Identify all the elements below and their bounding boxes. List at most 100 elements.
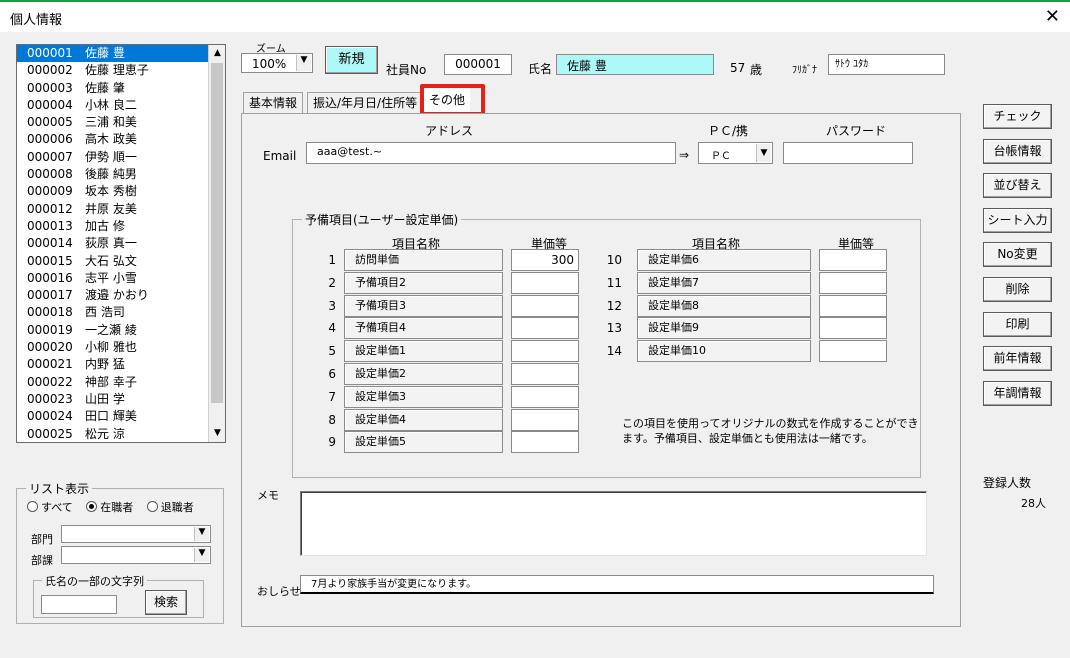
password-field[interactable] (783, 142, 913, 164)
side-button[interactable]: シート入力 (983, 207, 1052, 233)
close-icon[interactable]: ✕ (1045, 6, 1060, 27)
item-price-field[interactable] (511, 363, 579, 385)
employee-no: 000013 (27, 218, 73, 233)
new-button[interactable]: 新規 (325, 46, 378, 74)
list-item[interactable]: 000020 小柳 雅也 (17, 339, 225, 356)
list-item[interactable]: 000025 松元 涼 (17, 426, 225, 442)
item-name-field[interactable]: 設定単価8 (637, 294, 811, 317)
item-name-field[interactable]: 設定単価6 (637, 249, 811, 271)
item-price-field[interactable] (511, 431, 579, 454)
list-item[interactable]: 000003 佐藤 肇 (17, 80, 225, 97)
side-button[interactable]: 印刷 (983, 311, 1052, 337)
tab-transfer-address[interactable]: 振込/年月日/住所等 (307, 92, 424, 114)
item-name-field[interactable]: 設定単価5 (344, 431, 503, 454)
item-price-field[interactable] (819, 294, 887, 317)
registered-label: 登録人数 (983, 476, 1032, 490)
list-item[interactable]: 000001 佐藤 豊 (17, 45, 225, 63)
employee-name: 佐藤 理恵子 (85, 63, 149, 78)
employee-no: 000021 (27, 357, 73, 372)
notice-field[interactable]: 7月より家族手当が変更になります。 (300, 575, 934, 594)
dept-select[interactable]: ▼ (61, 525, 211, 543)
item-price-field[interactable] (511, 317, 579, 340)
item-name-field[interactable]: 予備項目2 (344, 271, 503, 294)
item-price-field[interactable] (511, 385, 579, 408)
side-button[interactable]: 前年情報 (983, 346, 1052, 372)
item-name-field[interactable]: 設定単価3 (344, 385, 503, 408)
scroll-down-icon[interactable]: ▼ (210, 426, 225, 441)
memo-label: メモ (257, 489, 279, 502)
item-price-field[interactable]: 300 (511, 249, 579, 271)
list-item[interactable]: 000012 井原 友美 (17, 201, 225, 218)
list-item[interactable]: 000017 渡邉 かおり (17, 287, 225, 304)
employee-no: 000005 (27, 115, 73, 130)
side-button[interactable]: 削除 (983, 277, 1052, 302)
kana-field[interactable]: ｻﾄｳ ﾕﾀｶ (828, 54, 945, 75)
zoom-select[interactable]: 100% ▼ (241, 53, 313, 73)
pc-select[interactable]: ＰＣ ▼ (698, 142, 773, 164)
side-button[interactable]: 台帳情報 (983, 138, 1052, 164)
item-price-field[interactable] (819, 317, 887, 340)
list-item[interactable]: 000004 小林 良二 (17, 97, 225, 114)
name-field[interactable]: 佐藤 豊 (556, 54, 714, 75)
list-item[interactable]: 000014 荻原 真一 (17, 235, 225, 252)
memo-field[interactable] (300, 491, 927, 556)
item-price-field[interactable] (819, 271, 887, 294)
email-field[interactable]: aaa@test.~ (306, 142, 676, 164)
item-price-field[interactable] (819, 340, 887, 363)
highlight-box (420, 84, 485, 116)
emp-no-field[interactable]: 000001 (444, 54, 512, 75)
section-select[interactable]: ▼ (61, 546, 211, 564)
list-item[interactable]: 000006 高木 政美 (17, 131, 225, 148)
list-item[interactable]: 000016 志平 小雪 (17, 270, 225, 287)
item-name-field[interactable]: 予備項目4 (344, 317, 503, 340)
list-item[interactable]: 000021 内野 猛 (17, 356, 225, 373)
list-item[interactable]: 000007 伊勢 順一 (17, 149, 225, 166)
list-item[interactable]: 000002 佐藤 理恵子 (17, 62, 225, 79)
item-name-field[interactable]: 設定単価2 (344, 363, 503, 385)
search-button[interactable]: 検索 (145, 590, 187, 615)
list-item[interactable]: 000013 加古 修 (17, 218, 225, 235)
side-button[interactable]: チェック (983, 104, 1052, 129)
employee-list[interactable]: 000001 佐藤 豊 000002 佐藤 理恵子 000003 佐藤 肇 000004 小林… (16, 44, 226, 443)
list-item[interactable]: 000008 後藤 純男 (17, 166, 225, 183)
radio-active-icon (86, 501, 98, 512)
employee-name: 志平 小雪 (85, 270, 137, 285)
list-item[interactable]: 000022 神部 幸子 (17, 374, 225, 391)
side-button[interactable]: 年調情報 (983, 380, 1052, 406)
item-number: 3 (328, 298, 336, 313)
list-scrollbar[interactable]: ▲ ▼ (208, 45, 225, 442)
list-item[interactable]: 000019 一之瀬 綾 (17, 322, 225, 339)
list-item[interactable]: 000018 西 浩司 (17, 304, 225, 321)
name-search-input[interactable] (41, 595, 117, 614)
scroll-up-icon[interactable]: ▲ (210, 46, 225, 61)
item-name-field[interactable]: 設定単価4 (344, 408, 503, 431)
item-name-field[interactable]: 設定単価1 (344, 340, 503, 363)
list-item[interactable]: 000023 山田 学 (17, 391, 225, 408)
radio-retired[interactable]: 退職者 (146, 501, 194, 514)
side-button[interactable]: 並び替え (983, 173, 1052, 199)
radio-active[interactable]: 在職者 (86, 501, 133, 514)
item-name-field[interactable]: 設定単価9 (637, 317, 811, 340)
radio-all[interactable]: すべて (27, 501, 73, 514)
item-number: 4 (328, 321, 336, 336)
employee-no: 000012 (27, 201, 73, 216)
item-price-field[interactable] (511, 340, 579, 363)
window-title: 個人情報 (10, 13, 63, 28)
item-name-field[interactable]: 予備項目3 (344, 294, 503, 317)
item-name-field[interactable]: 訪問単価 (344, 249, 503, 271)
list-item[interactable]: 000009 坂本 秀樹 (17, 183, 225, 200)
arrow-icon: ⇒ (679, 148, 690, 162)
tab-basic-info[interactable]: 基本情報 (243, 92, 304, 114)
list-item[interactable]: 000005 三浦 和美 (17, 114, 225, 131)
item-name-field[interactable]: 設定単価10 (637, 340, 811, 363)
list-item[interactable]: 000015 大石 弘文 (17, 253, 225, 270)
item-price-field[interactable] (511, 408, 579, 431)
item-number: 2 (328, 275, 336, 290)
item-name-field[interactable]: 設定単価7 (637, 271, 811, 294)
item-price-field[interactable] (511, 271, 579, 294)
side-button[interactable]: No変更 (983, 242, 1052, 268)
item-price-field[interactable] (511, 294, 579, 317)
item-price-field[interactable] (819, 249, 887, 271)
list-item[interactable]: 000024 田口 輝美 (17, 408, 225, 425)
scroll-thumb[interactable] (211, 63, 223, 403)
